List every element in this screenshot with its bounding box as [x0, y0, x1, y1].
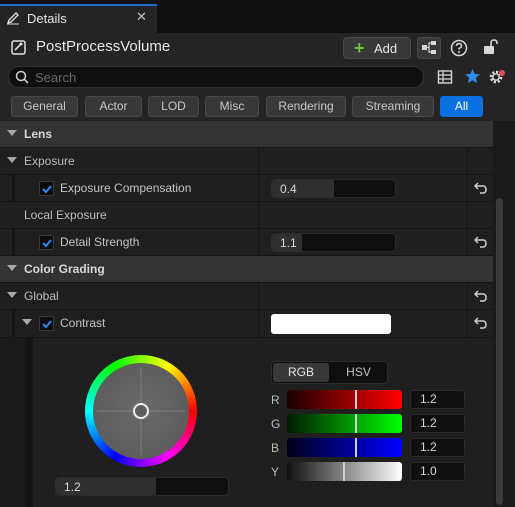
channel-y-slider[interactable] [287, 462, 402, 481]
contrast-intensity-slider[interactable]: 1.2 [55, 477, 229, 496]
star-icon[interactable] [464, 68, 481, 85]
blueprint-button[interactable] [417, 37, 441, 59]
expand-arrow-icon[interactable] [7, 130, 17, 136]
mode-rgb-button[interactable]: RGB [273, 363, 329, 382]
channel-y-value[interactable]: 1.0 [410, 462, 465, 481]
search-icon [15, 70, 29, 84]
group-local-exposure[interactable]: Local Exposure [0, 202, 493, 229]
channel-marker[interactable] [354, 414, 357, 433]
checkmark-icon [42, 239, 52, 248]
channel-r-slider[interactable] [287, 390, 402, 409]
exposure-compensation-checkbox[interactable] [39, 181, 54, 196]
gear-icon[interactable] [488, 68, 506, 86]
channel-b-slider[interactable] [287, 438, 402, 457]
search-input[interactable] [35, 68, 415, 86]
actor-name: PostProcessVolume [36, 38, 171, 55]
color-wheel-handle[interactable] [133, 403, 149, 419]
group-global[interactable]: Global [0, 283, 493, 310]
actor-icon [11, 40, 26, 55]
help-icon[interactable] [449, 38, 469, 58]
category-label: Lens [24, 127, 53, 141]
slider-value: 0.4 [280, 182, 297, 196]
property-label: Exposure Compensation [60, 181, 192, 195]
expand-arrow-icon[interactable] [22, 319, 32, 325]
exposure-compensation-slider[interactable]: 0.4 [271, 179, 396, 198]
tab-details[interactable]: Details ✕ [0, 4, 157, 33]
reset-arrow-icon[interactable] [473, 182, 488, 194]
category-lens[interactable]: Lens [0, 121, 493, 148]
slider-value: 1.1 [280, 236, 297, 250]
add-component-button[interactable]: + Add [343, 37, 411, 59]
contrast-checkbox[interactable] [39, 316, 54, 331]
mode-hsv-button[interactable]: HSV [331, 363, 386, 382]
channel-marker[interactable] [354, 390, 357, 409]
lock-icon[interactable] [480, 37, 500, 57]
reset-arrow-icon[interactable] [473, 290, 488, 302]
expand-arrow-icon[interactable] [7, 157, 17, 163]
group-label: Local Exposure [24, 208, 107, 222]
scrollbar-thumb[interactable] [496, 198, 503, 505]
search-box[interactable] [8, 66, 424, 88]
filter-misc[interactable]: Misc [205, 96, 259, 117]
property-row-contrast: Contrast [0, 310, 493, 338]
channel-y-label: Y [271, 465, 280, 479]
channel-g-value[interactable]: 1.2 [410, 414, 465, 433]
category-color-grading[interactable]: Color Grading [0, 256, 493, 283]
slider-value: 1.2 [64, 480, 81, 494]
filter-lod[interactable]: LOD [148, 96, 199, 117]
property-row-detail-strength: Detail Strength 1.1 [0, 229, 493, 256]
checkmark-icon [42, 185, 52, 194]
filter-general[interactable]: General [11, 96, 78, 117]
pencil-icon [6, 11, 20, 25]
channel-marker[interactable] [354, 438, 357, 457]
detail-strength-checkbox[interactable] [39, 235, 54, 250]
add-label: Add [374, 41, 398, 56]
channel-b-value[interactable]: 1.2 [410, 438, 465, 457]
channel-marker[interactable] [343, 462, 346, 481]
close-icon[interactable]: ✕ [136, 9, 147, 25]
filter-actor[interactable]: Actor [85, 96, 142, 117]
reset-arrow-icon[interactable] [473, 317, 488, 329]
reset-arrow-icon[interactable] [473, 236, 488, 248]
channel-g-label: G [271, 417, 281, 431]
tab-title: Details [27, 11, 67, 26]
group-label: Global [24, 289, 59, 303]
plus-icon: + [354, 38, 365, 58]
category-label: Color Grading [24, 262, 105, 276]
channel-r-label: R [271, 393, 280, 407]
channel-b-label: B [271, 441, 280, 455]
contrast-color-swatch[interactable] [271, 314, 391, 334]
property-row-exposure-compensation: Exposure Compensation 0.4 [0, 175, 493, 202]
group-label: Exposure [24, 154, 75, 168]
hierarchy-icon [422, 41, 436, 54]
filter-streaming[interactable]: Streaming [352, 96, 434, 117]
table-icon[interactable] [437, 69, 453, 85]
expand-arrow-icon[interactable] [7, 265, 17, 271]
filter-all[interactable]: All [440, 96, 483, 117]
property-label: Contrast [60, 316, 106, 330]
channel-r-value[interactable]: 1.2 [410, 390, 465, 409]
filter-rendering[interactable]: Rendering [266, 96, 346, 117]
group-exposure[interactable]: Exposure [0, 148, 493, 175]
channel-g-slider[interactable] [287, 414, 402, 433]
expand-arrow-icon[interactable] [7, 292, 17, 298]
detail-strength-slider[interactable]: 1.1 [271, 233, 396, 252]
checkmark-icon [42, 320, 52, 329]
property-label: Detail Strength [60, 235, 140, 249]
